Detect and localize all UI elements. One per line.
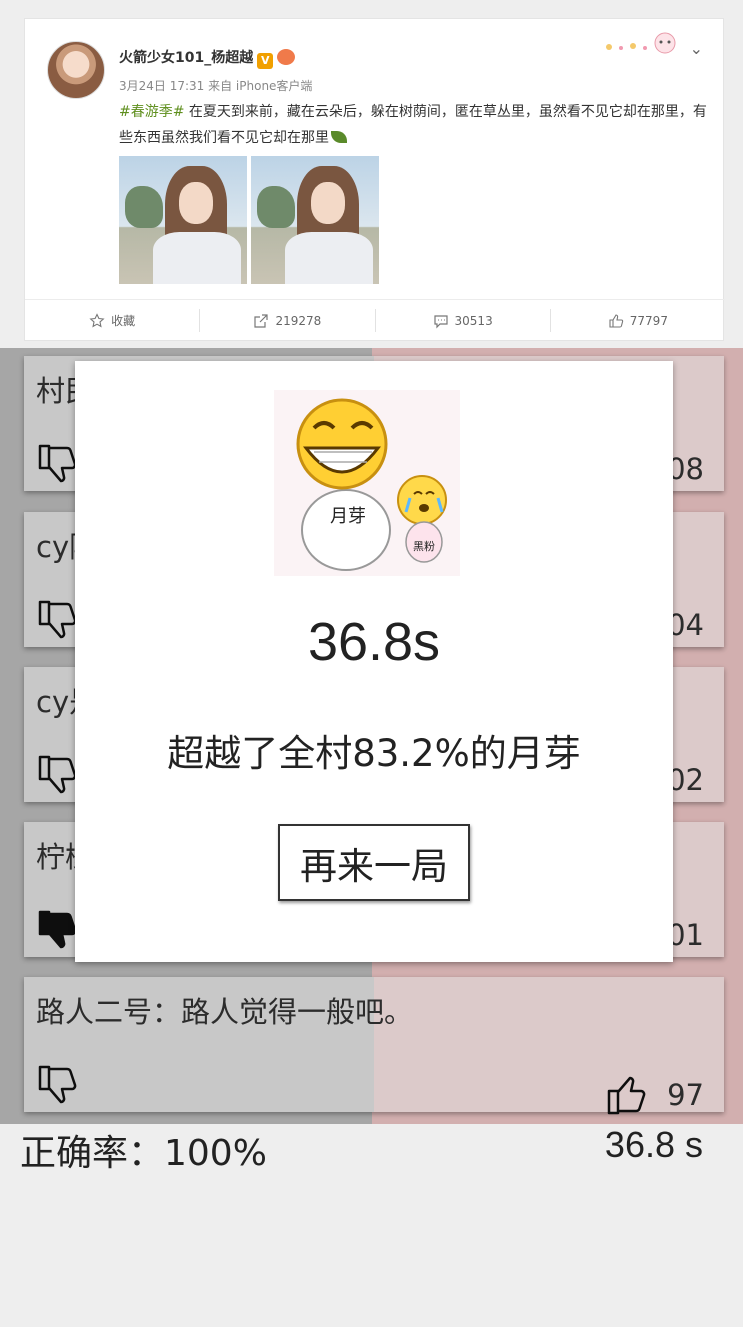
hashtag-link[interactable]: #春游季# (119, 104, 184, 120)
comment-icon (433, 314, 448, 328)
thumbs-up-icon (609, 313, 623, 328)
decoration-icon (606, 32, 676, 54)
result-message: 超越了全村83.2%的月芽 (167, 732, 581, 775)
post-action-bar: 收藏 219278 30513 77797 (25, 299, 725, 341)
post-text: #春游季# 在夏天到来前，藏在云朵后，躲在树荫间，匿在草丛里，虽然看不见它却在那… (119, 99, 709, 151)
favorite-button[interactable]: 收藏 (25, 309, 201, 332)
post-photo-1[interactable] (119, 156, 247, 284)
author-name-row: 火箭少女101_杨超越 V (119, 47, 296, 69)
leaf-emoji-icon (331, 131, 347, 143)
svg-text:黑粉: 黑粉 (413, 540, 435, 553)
svg-text:月芽: 月芽 (330, 506, 366, 527)
like-count: 77797 (629, 313, 668, 328)
star-icon (89, 312, 105, 327)
meme-sticker-icon: 月芽 黑粉 (296, 398, 447, 571)
verified-badge-icon: V (257, 53, 274, 69)
post-body: 在夏天到来前，藏在云朵后，躲在树荫间，匿在草丛里，虽然看不见它却在那里，有些东西… (119, 104, 707, 146)
author-name[interactable]: 火箭少女101_杨超越 (119, 50, 253, 66)
fan-badge-icon (277, 49, 296, 65)
like-button[interactable]: 77797 (551, 309, 725, 332)
comment-count: 30513 (454, 313, 493, 328)
post-photo-2[interactable] (251, 156, 379, 284)
accuracy-label: 正确率：100% (20, 1133, 267, 1174)
sticker-image: 月芽 黑粉 (274, 390, 460, 576)
chevron-down-icon[interactable]: ⌄ (690, 39, 703, 58)
repost-icon (254, 313, 269, 328)
author-avatar[interactable] (47, 41, 105, 99)
result-time: 36.8s (307, 612, 441, 672)
favorite-label: 收藏 (111, 314, 136, 328)
weibo-post: 火箭少女101_杨超越 V 3月24日 17:31 来自 iPhone客户端 ⌄ … (24, 18, 725, 341)
repost-count: 219278 (275, 313, 322, 328)
repost-button[interactable]: 219278 (200, 309, 376, 332)
comment-button[interactable]: 30513 (376, 309, 551, 332)
result-dialog: 月芽 黑粉 36.8s 超越了全村83.2%的月芽 再来一局 (75, 361, 673, 962)
play-again-button[interactable]: 再来一局 (278, 824, 470, 901)
elapsed-time-label: 36.8 s (604, 1124, 703, 1165)
post-meta: 3月24日 17:31 来自 iPhone客户端 (119, 79, 313, 93)
